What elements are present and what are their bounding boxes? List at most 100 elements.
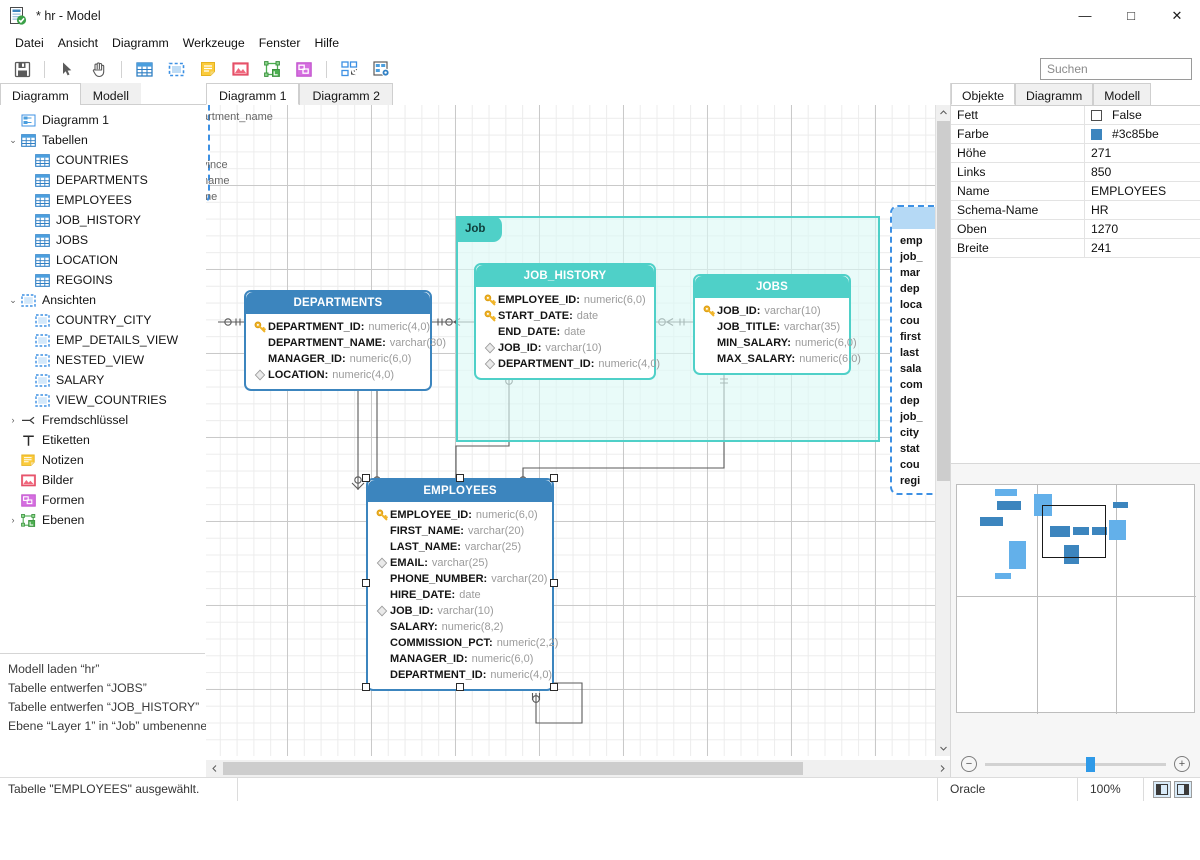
tree-item-diagramm-1[interactable]: Diagramm 1	[0, 110, 205, 130]
scroll-right-icon[interactable]	[934, 760, 950, 777]
vertical-scroll-thumb[interactable]	[937, 121, 950, 481]
er-column-row[interactable]: DEPARTMENT_ID:numeric(4,0)	[246, 319, 430, 335]
scroll-up-icon[interactable]	[936, 105, 951, 120]
tree-item-nested-view[interactable]: NESTED_VIEW	[0, 350, 205, 370]
tree-expander-icon[interactable]: ⌄	[6, 293, 20, 307]
er-column-row[interactable]: MIN_SALARY:numeric(6,0)	[695, 335, 849, 351]
menu-werkzeuge[interactable]: Werkzeuge	[176, 33, 252, 53]
er-table-job-history[interactable]: JOB_HISTORY EMPLOYEE_ID:numeric(6,0)STAR…	[474, 263, 656, 380]
new-shape-icon[interactable]	[291, 57, 317, 81]
tab-diagramm-2[interactable]: Diagramm 2	[299, 83, 392, 105]
er-column-row[interactable]: LAST_NAME:varchar(25)	[368, 539, 552, 555]
er-column-row[interactable]: MANAGER_ID:numeric(6,0)	[368, 651, 552, 667]
property-row[interactable]: Farbe#3c85be	[951, 125, 1200, 144]
tree-item-view-countries[interactable]: VIEW_COUNTRIES	[0, 390, 205, 410]
horizontal-scroll-thumb[interactable]	[223, 762, 803, 775]
scroll-down-icon[interactable]	[936, 741, 951, 756]
tree-item-countries[interactable]: COUNTRIES	[0, 150, 205, 170]
property-value[interactable]: #3c85be	[1084, 125, 1200, 144]
tree-expander-icon[interactable]: ›	[6, 513, 20, 527]
er-table-departments[interactable]: DEPARTMENTS DEPARTMENT_ID:numeric(4,0)DE…	[244, 290, 432, 391]
er-column-row[interactable]: FIRST_NAME:varchar(20)	[368, 523, 552, 539]
color-swatch[interactable]	[1091, 129, 1102, 140]
canvas-vertical-scrollbar[interactable]	[935, 105, 950, 756]
er-column-row[interactable]: JOB_TITLE:varchar(35)	[695, 319, 849, 335]
er-column-row[interactable]: PHONE_NUMBER:varchar(20)	[368, 571, 552, 587]
property-value[interactable]: 241	[1084, 239, 1200, 258]
er-column-row[interactable]: EMPLOYEE_ID:numeric(6,0)	[476, 292, 654, 308]
tree-item-tabellen[interactable]: ⌄Tabellen	[0, 130, 205, 150]
tab-diagramm[interactable]: Diagramm	[0, 83, 81, 105]
tree-item-regoins[interactable]: REGOINS	[0, 270, 205, 290]
close-button[interactable]: ✕	[1154, 0, 1200, 31]
property-value[interactable]: 271	[1084, 144, 1200, 163]
er-column-row[interactable]: HIRE_DATE:date	[368, 587, 552, 603]
er-column-row[interactable]: START_DATE:date	[476, 308, 654, 324]
property-row[interactable]: NameEMPLOYEES	[951, 182, 1200, 201]
er-column-row[interactable]: SALARY:numeric(8,2)	[368, 619, 552, 635]
er-column-row[interactable]: MAX_SALARY:numeric(6,0)	[695, 351, 849, 367]
selection-handle[interactable]	[362, 474, 370, 482]
tree-item-location[interactable]: LOCATION	[0, 250, 205, 270]
zoom-out-button[interactable]: −	[961, 756, 977, 772]
partial-note-shape[interactable]	[206, 105, 210, 203]
property-row[interactable]: Oben1270	[951, 220, 1200, 239]
maximize-button[interactable]: □	[1108, 0, 1154, 31]
minimap-viewport-rect[interactable]	[1042, 505, 1106, 558]
tree-item-etiketten[interactable]: Etiketten	[0, 430, 205, 450]
scroll-left-icon[interactable]	[206, 760, 222, 777]
property-value[interactable]: 850	[1084, 163, 1200, 182]
er-column-row[interactable]: MANAGER_ID:numeric(6,0)	[246, 351, 430, 367]
er-column-row[interactable]: JOB_ID:varchar(10)	[476, 340, 654, 356]
tab-objekte[interactable]: Objekte	[951, 83, 1015, 105]
selection-handle[interactable]	[362, 683, 370, 691]
save-icon[interactable]	[9, 57, 35, 81]
tree-item-ansichten[interactable]: ⌄Ansichten	[0, 290, 205, 310]
bold-checkbox[interactable]	[1091, 110, 1102, 121]
tab-modell[interactable]: Modell	[1093, 83, 1151, 105]
canvas-horizontal-scrollbar[interactable]	[206, 760, 950, 777]
menu-datei[interactable]: Datei	[8, 33, 51, 53]
property-row[interactable]: Links850	[951, 163, 1200, 182]
search-box[interactable]	[1040, 58, 1192, 80]
partial-view-shape[interactable]: empjob_mardeplocacoufirstlastsalacomdepj…	[890, 205, 935, 495]
selection-handle[interactable]	[550, 579, 558, 587]
minimap-canvas[interactable]	[956, 484, 1195, 713]
tree-item-notizen[interactable]: Notizen	[0, 450, 205, 470]
er-column-row[interactable]: JOB_ID:varchar(10)	[695, 303, 849, 319]
zoom-slider-track[interactable]	[985, 763, 1166, 766]
tree-item-departments[interactable]: DEPARTMENTS	[0, 170, 205, 190]
property-row[interactable]: FettFalse	[951, 106, 1200, 125]
tree-item-emp-details-view[interactable]: EMP_DETAILS_VIEW	[0, 330, 205, 350]
tree-expander-icon[interactable]: ⌄	[6, 133, 20, 147]
tree-item-country-city[interactable]: COUNTRY_CITY	[0, 310, 205, 330]
tree-item-ebenen[interactable]: ›Ebenen	[0, 510, 205, 530]
diagram-canvas[interactable]: artment_name vince name me Job empjob_ma…	[206, 105, 935, 756]
panel-left-toggle[interactable]	[1153, 781, 1171, 798]
property-value[interactable]: EMPLOYEES	[1084, 182, 1200, 201]
tree-item-employees[interactable]: EMPLOYEES	[0, 190, 205, 210]
menu-hilfe[interactable]: Hilfe	[307, 33, 346, 53]
selection-handle[interactable]	[456, 683, 464, 691]
auto-layout-icon[interactable]	[336, 57, 362, 81]
menu-fenster[interactable]: Fenster	[252, 33, 308, 53]
pan-hand-icon[interactable]	[86, 57, 112, 81]
selection-handle[interactable]	[362, 579, 370, 587]
tab-diagramm[interactable]: Diagramm	[1015, 83, 1093, 105]
tree-item-bilder[interactable]: Bilder	[0, 470, 205, 490]
zoom-slider-thumb[interactable]	[1086, 757, 1095, 772]
property-row[interactable]: Breite241	[951, 239, 1200, 258]
zoom-in-button[interactable]: +	[1174, 756, 1190, 772]
new-note-icon[interactable]	[195, 57, 221, 81]
er-column-row[interactable]: EMAIL:varchar(25)	[368, 555, 552, 571]
search-input[interactable]	[1041, 59, 1200, 79]
selection-handle[interactable]	[550, 474, 558, 482]
property-value[interactable]: False	[1084, 106, 1200, 125]
tree-expander-icon[interactable]: ›	[6, 413, 20, 427]
property-row[interactable]: Höhe271	[951, 144, 1200, 163]
er-column-row[interactable]: JOB_ID:varchar(10)	[368, 603, 552, 619]
new-table-icon[interactable]	[131, 57, 157, 81]
er-column-row[interactable]: COMMISSION_PCT:numeric(2,2)	[368, 635, 552, 651]
er-column-row[interactable]: EMPLOYEE_ID:numeric(6,0)	[368, 507, 552, 523]
pointer-select-icon[interactable]	[54, 57, 80, 81]
